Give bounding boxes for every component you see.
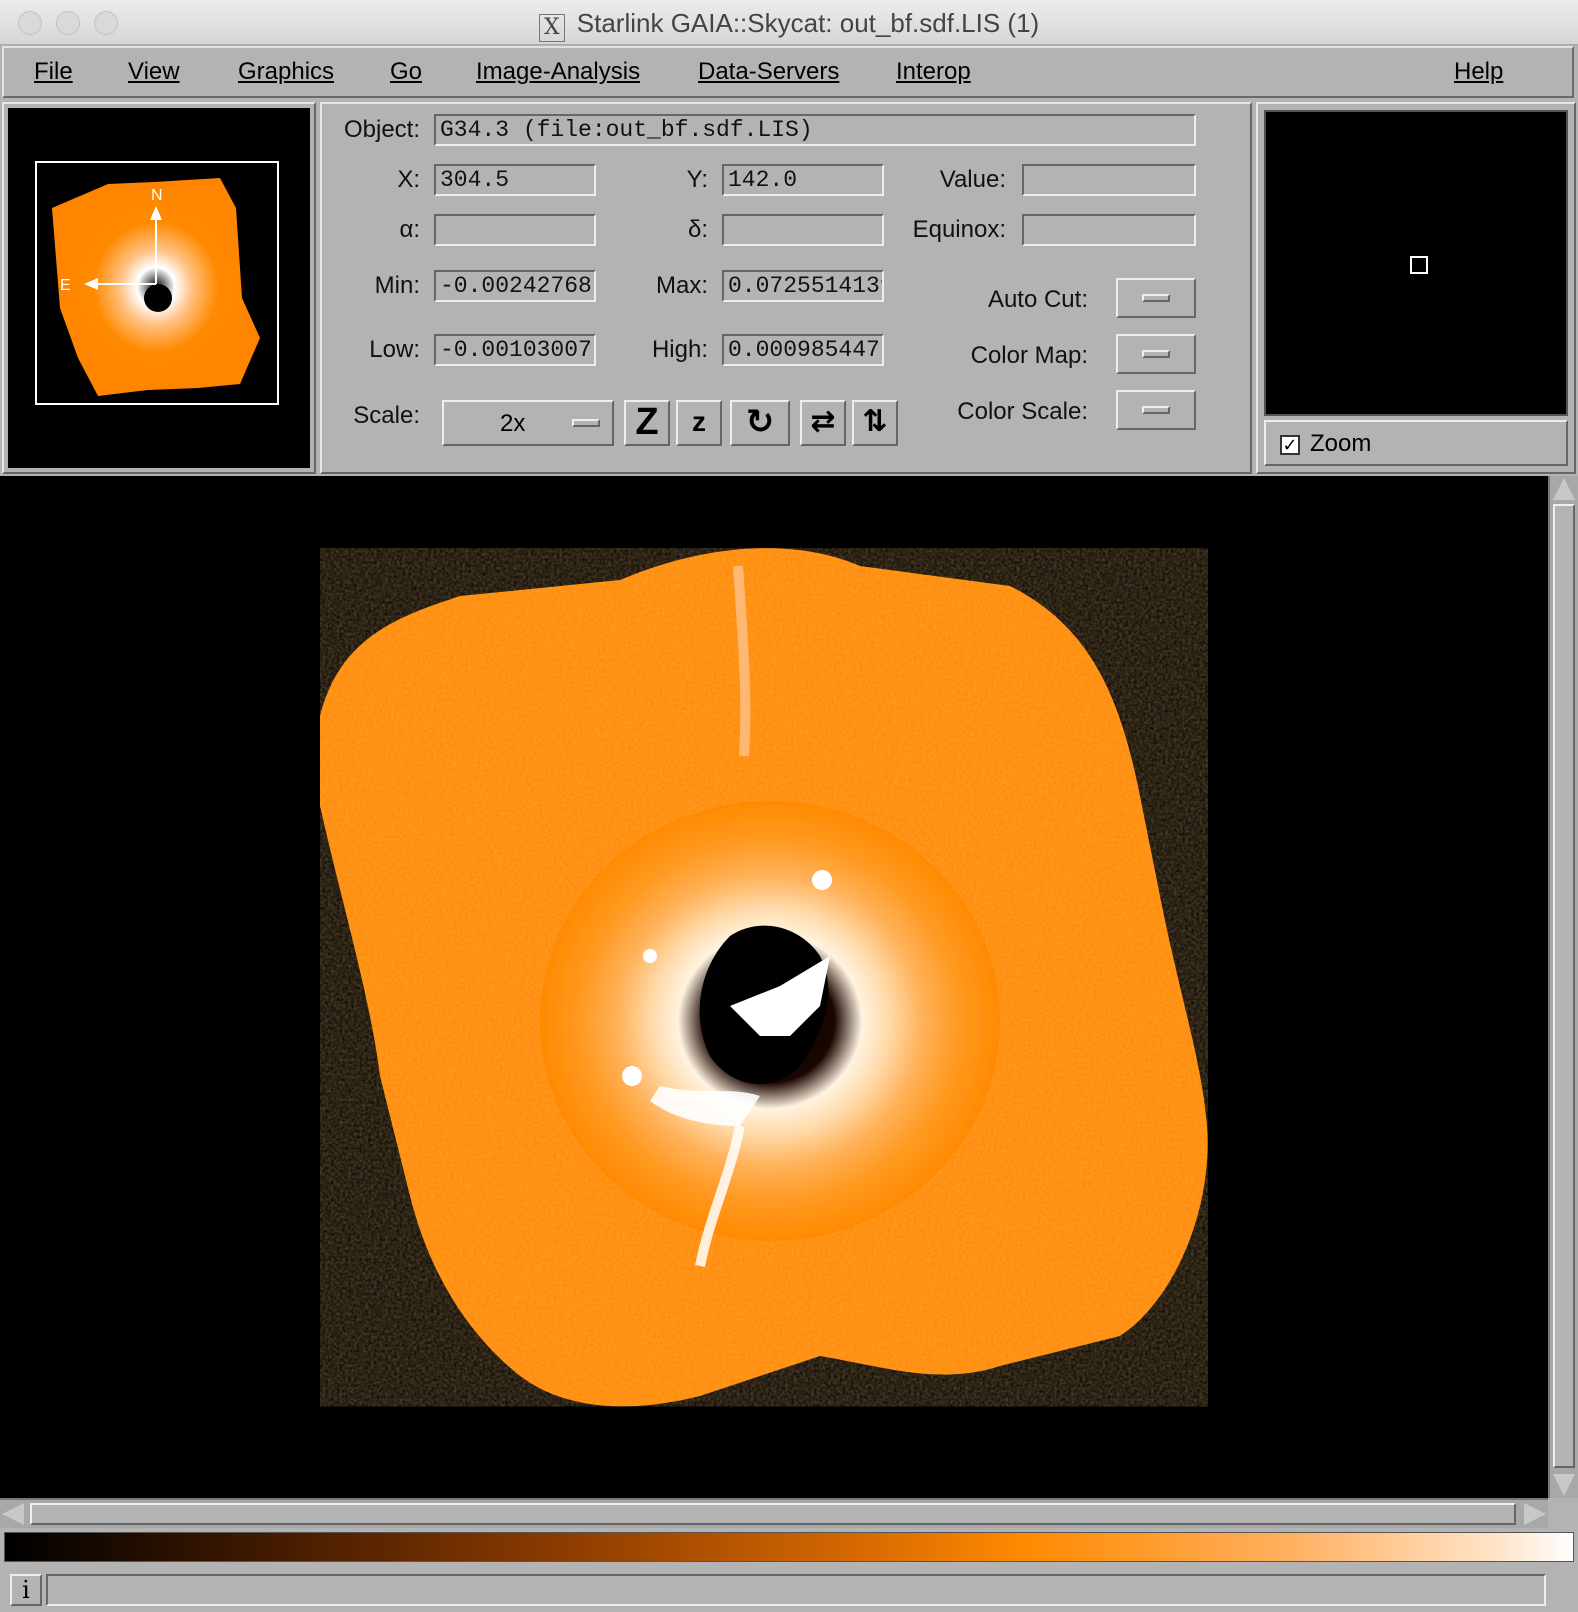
status-message bbox=[46, 1574, 1546, 1606]
scroll-down-icon[interactable] bbox=[1553, 1474, 1575, 1496]
high-field[interactable]: 0.000985447 bbox=[722, 334, 884, 366]
vertical-scrollbar[interactable] bbox=[1548, 476, 1578, 1498]
menu-interop[interactable]: Interop bbox=[896, 58, 971, 86]
rotate-button[interactable]: ↻ bbox=[730, 400, 790, 446]
window-title: X Starlink GAIA::Skycat: out_bf.sdf.LIS (… bbox=[0, 8, 1578, 42]
colorbar[interactable] bbox=[4, 1532, 1574, 1562]
east-label: E bbox=[60, 277, 71, 294]
menu-image-analysis[interactable]: Image-Analysis bbox=[476, 58, 640, 86]
zoom-checkbutton[interactable]: ✓ Zoom bbox=[1264, 420, 1568, 466]
menu-view[interactable]: View bbox=[128, 58, 180, 86]
max-field[interactable]: 0.0725514139 bbox=[722, 270, 884, 302]
zoom-checkbox[interactable]: ✓ bbox=[1280, 435, 1300, 455]
menu-bar: File View Graphics Go Image-Analysis Dat… bbox=[2, 46, 1574, 98]
object-label: Object: bbox=[343, 116, 420, 143]
delta-label: δ: bbox=[687, 216, 708, 243]
equinox-label: Equinox: bbox=[912, 216, 1006, 243]
image-canvas[interactable] bbox=[0, 476, 1548, 1498]
value-field[interactable] bbox=[1022, 164, 1196, 196]
low-label: Low: bbox=[369, 336, 420, 363]
flip-y-button[interactable]: ⇅ bbox=[852, 400, 898, 446]
menu-data-servers[interactable]: Data-Servers bbox=[698, 58, 839, 86]
rotate-icon: ↻ bbox=[745, 403, 775, 441]
magnifier-cursor-box bbox=[1410, 256, 1428, 274]
delta-field[interactable] bbox=[722, 214, 884, 246]
object-field[interactable]: G34.3 (file:out_bf.sdf.LIS) bbox=[434, 114, 1196, 146]
y-field[interactable]: 142.0 bbox=[722, 164, 884, 196]
flip-x-button[interactable]: ⇄ bbox=[800, 400, 846, 446]
menu-go[interactable]: Go bbox=[390, 58, 422, 86]
max-label: Max: bbox=[655, 272, 708, 299]
pan-thumbnail: N E bbox=[35, 161, 279, 405]
pan-panel: N E bbox=[2, 102, 316, 474]
min-label: Min: bbox=[374, 272, 420, 299]
option-menu-indicator-icon bbox=[1142, 294, 1170, 302]
low-field[interactable]: -0.00103007 bbox=[434, 334, 596, 366]
magnifier-panel: ✓ Zoom bbox=[1256, 102, 1576, 474]
scroll-right-icon[interactable] bbox=[1524, 1503, 1546, 1525]
color-scale-label: Color Scale: bbox=[957, 398, 1088, 425]
scroll-left-icon[interactable] bbox=[2, 1503, 24, 1525]
scale-menu-button[interactable]: 2x bbox=[442, 400, 614, 446]
info-icon[interactable]: i bbox=[10, 1574, 42, 1606]
alpha-field[interactable] bbox=[434, 214, 596, 246]
scale-label: Scale: bbox=[353, 402, 420, 429]
menu-help[interactable]: Help bbox=[1454, 58, 1503, 86]
zoom-out-button[interactable]: z bbox=[676, 400, 722, 446]
menu-graphics[interactable]: Graphics bbox=[238, 58, 334, 86]
scroll-corner bbox=[1548, 1498, 1578, 1528]
color-scale-menu-button[interactable] bbox=[1116, 390, 1196, 430]
pan-image[interactable]: N E bbox=[8, 108, 310, 468]
alpha-label: α: bbox=[399, 216, 420, 243]
option-menu-indicator-icon bbox=[572, 419, 600, 427]
color-map-label: Color Map: bbox=[970, 342, 1088, 369]
x-field[interactable]: 304.5 bbox=[434, 164, 596, 196]
auto-cut-label: Auto Cut: bbox=[987, 286, 1088, 313]
scroll-up-icon[interactable] bbox=[1553, 478, 1575, 500]
horizontal-scroll-thumb[interactable] bbox=[30, 1503, 1516, 1525]
option-menu-indicator-icon bbox=[1142, 406, 1170, 414]
horizontal-scrollbar[interactable] bbox=[0, 1498, 1548, 1528]
flip-x-icon: ⇄ bbox=[810, 405, 836, 438]
magnifier-view bbox=[1264, 110, 1568, 416]
x11-logo-icon: X bbox=[538, 14, 565, 42]
equinox-field[interactable] bbox=[1022, 214, 1196, 246]
north-label: N bbox=[151, 187, 163, 204]
option-menu-indicator-icon bbox=[1142, 350, 1170, 358]
auto-cut-menu-button[interactable] bbox=[1116, 278, 1196, 318]
flip-y-icon: ⇅ bbox=[862, 405, 888, 438]
astronomical-image bbox=[320, 548, 1208, 1407]
high-label: High: bbox=[651, 336, 708, 363]
zoom-label: Zoom bbox=[1310, 430, 1372, 457]
vertical-scroll-thumb[interactable] bbox=[1553, 504, 1575, 1468]
info-panel: Object: G34.3 (file:out_bf.sdf.LIS) X: 3… bbox=[320, 102, 1252, 474]
zoom-in-button[interactable]: Z bbox=[624, 400, 670, 446]
min-field[interactable]: -0.00242768 bbox=[434, 270, 596, 302]
title-bar: X Starlink GAIA::Skycat: out_bf.sdf.LIS (… bbox=[0, 0, 1578, 45]
status-bar: i bbox=[0, 1568, 1578, 1612]
value-label: Value: bbox=[939, 166, 1006, 193]
scale-value: 2x bbox=[500, 410, 526, 437]
y-label: Y: bbox=[686, 166, 708, 193]
color-map-menu-button[interactable] bbox=[1116, 334, 1196, 374]
x-label: X: bbox=[397, 166, 420, 193]
menu-file[interactable]: File bbox=[34, 58, 73, 86]
